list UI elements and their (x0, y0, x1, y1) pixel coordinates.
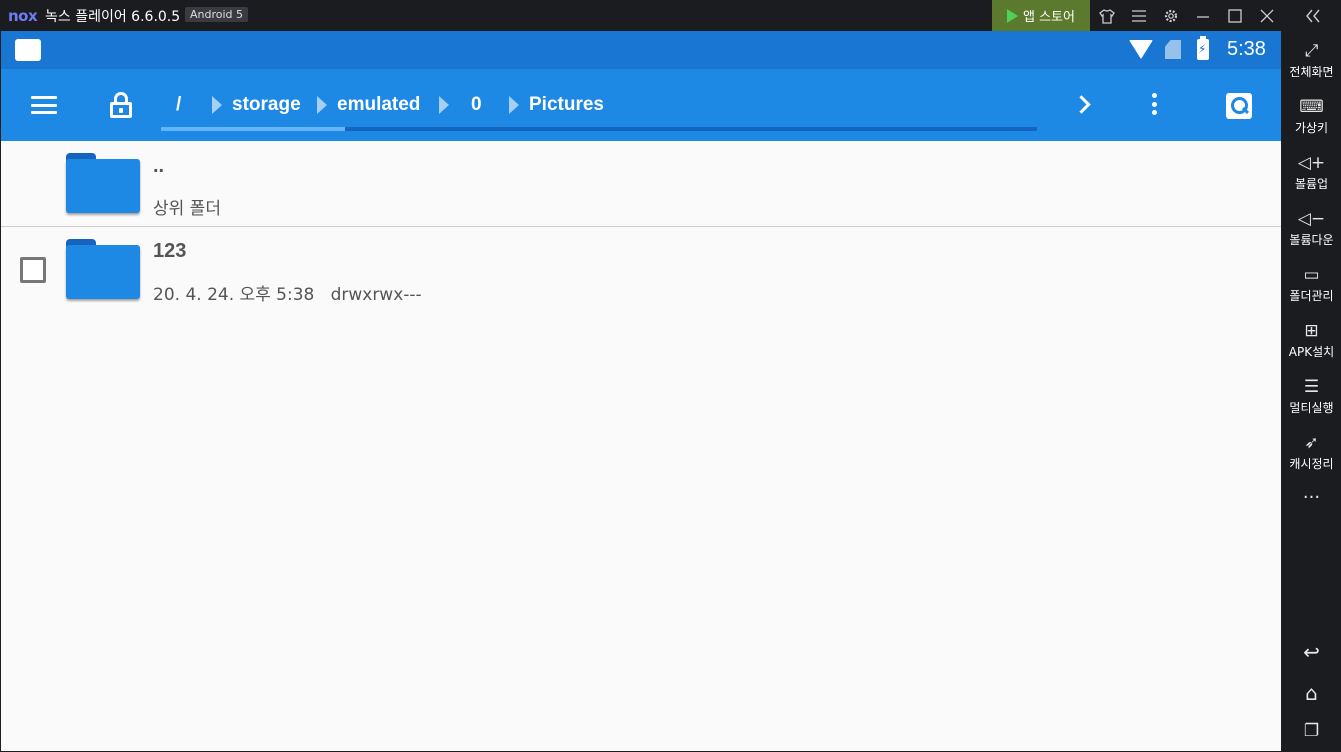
hamburger-menu-icon[interactable] (31, 96, 57, 114)
apk-install-icon: ⊞ (1304, 321, 1319, 341)
rocket-icon: ➶ (1304, 433, 1319, 453)
breadcrumb-emulated[interactable]: emulated (337, 94, 420, 116)
emulator-sidebar: ⤢ 전체화면 ⌨ 가상키 ◁+ 볼륨업 ◁− 볼륨다운 ▭ 폴더관리 ⊞ APK… (1282, 31, 1341, 752)
no-sim-icon (1165, 40, 1181, 59)
unlock-icon[interactable] (110, 92, 132, 118)
sidebar-item-virtual-keys[interactable]: ⌨ 가상키 (1282, 97, 1341, 136)
back-icon[interactable]: ↩ (1282, 640, 1341, 664)
sidebar-item-volume-down[interactable]: ◁− 볼륨다운 (1282, 209, 1341, 248)
list-item-folder-123[interactable]: 123 20. 4. 24. 오후 5:38 drwxrwx--- (1, 227, 1281, 313)
app-title: 녹스 플레이어 6.6.0.5 (45, 9, 181, 25)
collapse-icon[interactable] (1302, 5, 1324, 27)
home-icon[interactable]: ⌂ (1282, 681, 1341, 705)
breadcrumb-separator-icon (212, 96, 222, 114)
folder-icon (66, 239, 140, 301)
breadcrumb-root[interactable]: / (176, 94, 181, 116)
breadcrumb-scroll-thumb (161, 127, 345, 131)
breadcrumb-separator-icon (439, 96, 449, 114)
android-screen: ⚡ 5:38 / storage emulated 0 Pictures .. … (1, 31, 1281, 751)
breadcrumb-scroll-track (161, 127, 1037, 131)
charging-bolt-icon: ⚡ (1198, 42, 1207, 56)
sidebar-item-volume-up[interactable]: ◁+ 볼륨업 (1282, 153, 1341, 192)
fullscreen-icon: ⤢ (1304, 41, 1319, 61)
notification-app-icon (15, 39, 41, 61)
list-item-name: 123 (153, 240, 187, 262)
list-item-subtitle: 상위 폴더 (153, 199, 221, 219)
sidebar-item-label: APK설치 (1288, 345, 1335, 359)
folder-manage-icon: ▭ (1303, 265, 1320, 285)
breadcrumb-storage[interactable]: storage (232, 94, 301, 116)
android-version-badge: Android 5 (185, 7, 249, 22)
app-store-button[interactable]: 앱 스토어 (992, 0, 1090, 31)
search-icon[interactable] (1226, 93, 1252, 119)
more-options-icon[interactable] (1152, 93, 1158, 117)
nox-logo: nox (8, 7, 38, 25)
chevron-right-icon[interactable] (1075, 93, 1089, 115)
sidebar-item-fullscreen[interactable]: ⤢ 전체화면 (1282, 41, 1341, 80)
gear-icon[interactable] (1160, 5, 1182, 27)
breadcrumb-pictures[interactable]: Pictures (529, 94, 604, 116)
play-store-icon (1007, 8, 1018, 23)
maximize-icon[interactable] (1224, 5, 1246, 27)
minimize-icon[interactable] (1192, 5, 1214, 27)
recents-icon[interactable]: ❐ (1282, 721, 1341, 741)
sidebar-item-label: 볼륨다운 (1289, 233, 1334, 247)
emulator-titlebar: nox 녹스 플레이어 6.6.0.5 Android 5 앱 스토어 (0, 0, 1341, 31)
close-icon[interactable] (1256, 5, 1278, 27)
sidebar-item-multi-instance[interactable]: ☰ 멀티실행 (1282, 377, 1341, 416)
volume-up-icon: ◁+ (1297, 153, 1326, 173)
breadcrumb-0[interactable]: 0 (471, 94, 482, 116)
sidebar-item-label: 볼륨업 (1294, 177, 1329, 191)
keyboard-icon: ⌨ (1299, 97, 1324, 117)
menu-icon[interactable] (1128, 5, 1150, 27)
sidebar-item-clear-cache[interactable]: ➶ 캐시정리 (1282, 433, 1341, 472)
sidebar-item-label: 캐시정리 (1289, 457, 1334, 471)
status-time: 5:38 (1227, 38, 1266, 60)
list-item-parent-folder[interactable]: .. 상위 폴더 (1, 141, 1281, 226)
list-item-subtitle: 20. 4. 24. 오후 5:38 drwxrwx--- (153, 285, 422, 305)
battery-charging-icon: ⚡ (1197, 36, 1209, 60)
volume-down-icon: ◁− (1297, 209, 1326, 229)
folder-icon (66, 153, 140, 215)
sidebar-item-label: 폴더관리 (1289, 289, 1334, 303)
shirt-icon[interactable] (1096, 5, 1118, 27)
sidebar-item-label: 전체화면 (1289, 65, 1334, 79)
breadcrumb-separator-icon (509, 96, 519, 114)
list-item-name: .. (153, 155, 165, 177)
sidebar-item-label: 가상키 (1294, 121, 1329, 135)
sidebar-item-folder-manage[interactable]: ▭ 폴더관리 (1282, 265, 1341, 304)
sidebar-item-apk-install[interactable]: ⊞ APK설치 (1282, 321, 1341, 360)
status-bar: ⚡ 5:38 (1, 31, 1281, 69)
more-icon[interactable]: ··· (1282, 487, 1341, 508)
app-store-label: 앱 스토어 (1023, 10, 1075, 25)
multi-instance-icon: ☰ (1303, 377, 1320, 397)
sidebar-item-label: 멀티실행 (1289, 401, 1334, 415)
breadcrumb-separator-icon (317, 96, 327, 114)
wifi-icon (1129, 40, 1153, 59)
